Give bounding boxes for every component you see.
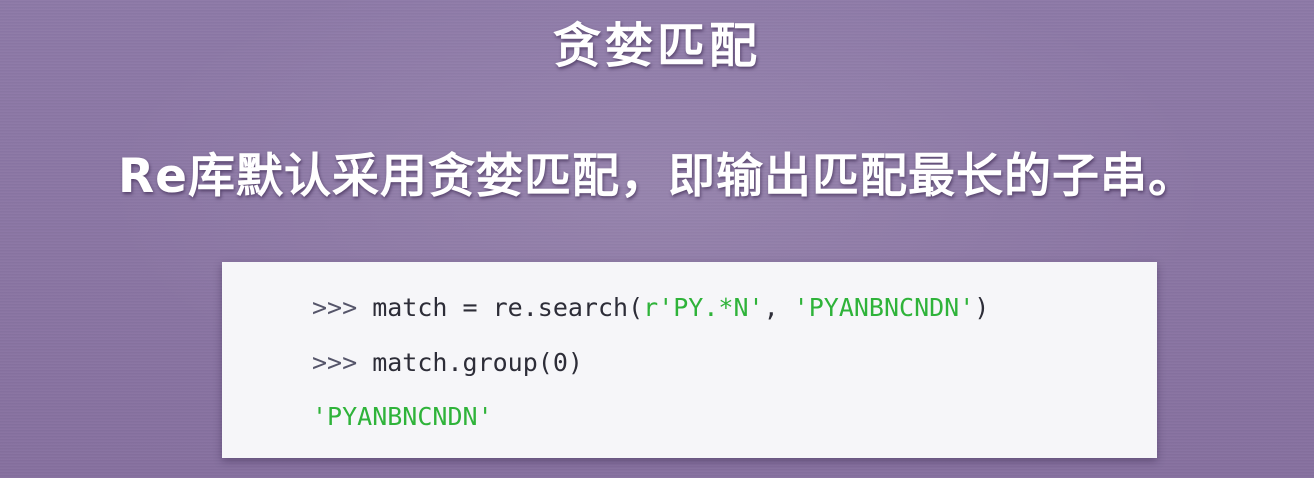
slide-title: 贪婪匹配	[552, 18, 761, 74]
code-search-call: match = re.search(	[357, 293, 644, 322]
code-line-group: >>> match.group(0)	[312, 346, 583, 380]
code-group-call: match.group(0)	[357, 348, 583, 377]
code-separator: ,	[763, 293, 794, 322]
target-string: 'PYANBNCNDN'	[793, 293, 975, 322]
regex-pattern-string: r'PY.*N'	[643, 293, 764, 322]
code-block: >>> match = re.search(r'PY.*N', 'PYANBNC…	[222, 262, 1157, 458]
prompt-marker: >>>	[312, 293, 358, 322]
code-line-search: >>> match = re.search(r'PY.*N', 'PYANBNC…	[312, 291, 989, 325]
output-string: 'PYANBNCNDN'	[312, 402, 493, 431]
code-close-paren: )	[974, 293, 990, 322]
slide-subtitle: Re库默认采用贪婪匹配，即输出匹配最长的子串。	[117, 149, 1197, 204]
code-line-output: 'PYANBNCNDN'	[312, 400, 493, 434]
prompt-marker: >>>	[312, 348, 358, 377]
